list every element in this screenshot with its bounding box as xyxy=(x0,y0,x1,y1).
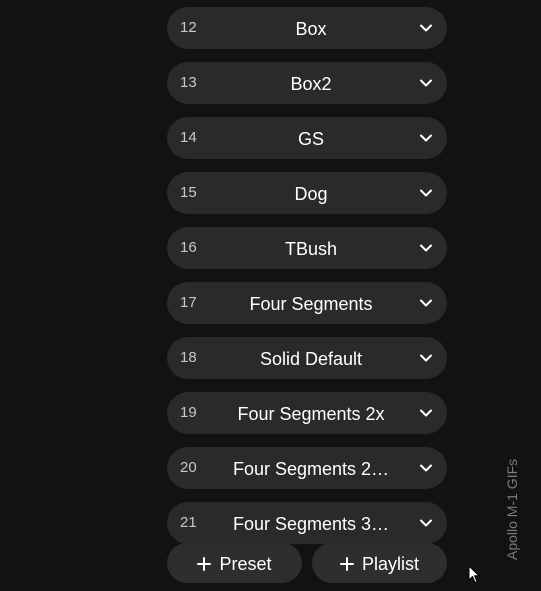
item-label: Four Segments xyxy=(249,294,373,314)
list-item[interactable]: 14 GS xyxy=(167,117,447,159)
chevron-down-icon[interactable] xyxy=(419,296,433,310)
plus-icon xyxy=(339,557,354,571)
list-item[interactable]: 17 Four Segments xyxy=(167,282,447,324)
item-label: Four Segments 3… xyxy=(232,514,390,534)
item-label: Dog xyxy=(294,184,328,204)
chevron-down-icon[interactable] xyxy=(419,186,433,200)
footer-actions: Preset Playlist xyxy=(167,543,447,583)
item-number: 20 xyxy=(180,459,197,476)
list-item[interactable]: 15 Dog xyxy=(167,172,447,214)
item-number: 18 xyxy=(180,349,197,366)
list-item[interactable]: 19 Four Segments 2x xyxy=(167,392,447,434)
chevron-down-icon[interactable] xyxy=(419,406,433,420)
chevron-down-icon[interactable] xyxy=(419,76,433,90)
vertical-title: Apollo M-1 GIFs xyxy=(504,458,520,560)
list-item[interactable]: 16 TBush xyxy=(167,227,447,269)
chevron-down-icon[interactable] xyxy=(419,461,433,475)
item-number: 14 xyxy=(180,129,197,146)
plus-icon xyxy=(197,557,212,571)
item-number: 13 xyxy=(180,74,197,91)
item-number: 19 xyxy=(180,404,197,421)
item-label: GS xyxy=(297,129,324,149)
item-number: 12 xyxy=(180,19,197,36)
item-label: Box2 xyxy=(290,74,332,94)
chevron-down-icon[interactable] xyxy=(419,241,433,255)
add-preset-label: Preset xyxy=(219,554,272,574)
item-number: 16 xyxy=(180,239,197,256)
list-item[interactable]: 20 Four Segments 2… xyxy=(167,447,447,489)
list-item[interactable]: 12 Box xyxy=(167,7,447,49)
chevron-down-icon[interactable] xyxy=(419,21,433,35)
item-label: Box xyxy=(295,19,327,39)
preset-list-panel: 12 Box 13 Box2 14 GS 15 Dog 16 TBush 17 … xyxy=(0,0,541,591)
chevron-down-icon[interactable] xyxy=(419,351,433,365)
list-item[interactable]: 18 Solid Default xyxy=(167,337,447,379)
mouse-cursor-icon xyxy=(468,565,480,583)
item-label: TBush xyxy=(284,239,338,259)
add-preset-button[interactable]: Preset xyxy=(167,543,302,583)
item-label: Four Segments 2x xyxy=(237,404,385,424)
item-number: 21 xyxy=(180,514,197,531)
chevron-down-icon[interactable] xyxy=(419,516,433,530)
item-number: 15 xyxy=(180,184,197,201)
list-item[interactable]: 21 Four Segments 3… xyxy=(167,502,447,544)
add-playlist-label: Playlist xyxy=(361,554,419,574)
item-number: 17 xyxy=(180,294,197,311)
preset-list: 12 Box 13 Box2 14 GS 15 Dog 16 TBush 17 … xyxy=(167,7,447,557)
list-item[interactable]: 13 Box2 xyxy=(167,62,447,104)
chevron-down-icon[interactable] xyxy=(419,131,433,145)
item-label: Four Segments 2… xyxy=(232,459,390,479)
add-playlist-button[interactable]: Playlist xyxy=(312,543,447,583)
item-label: Solid Default xyxy=(259,349,363,369)
